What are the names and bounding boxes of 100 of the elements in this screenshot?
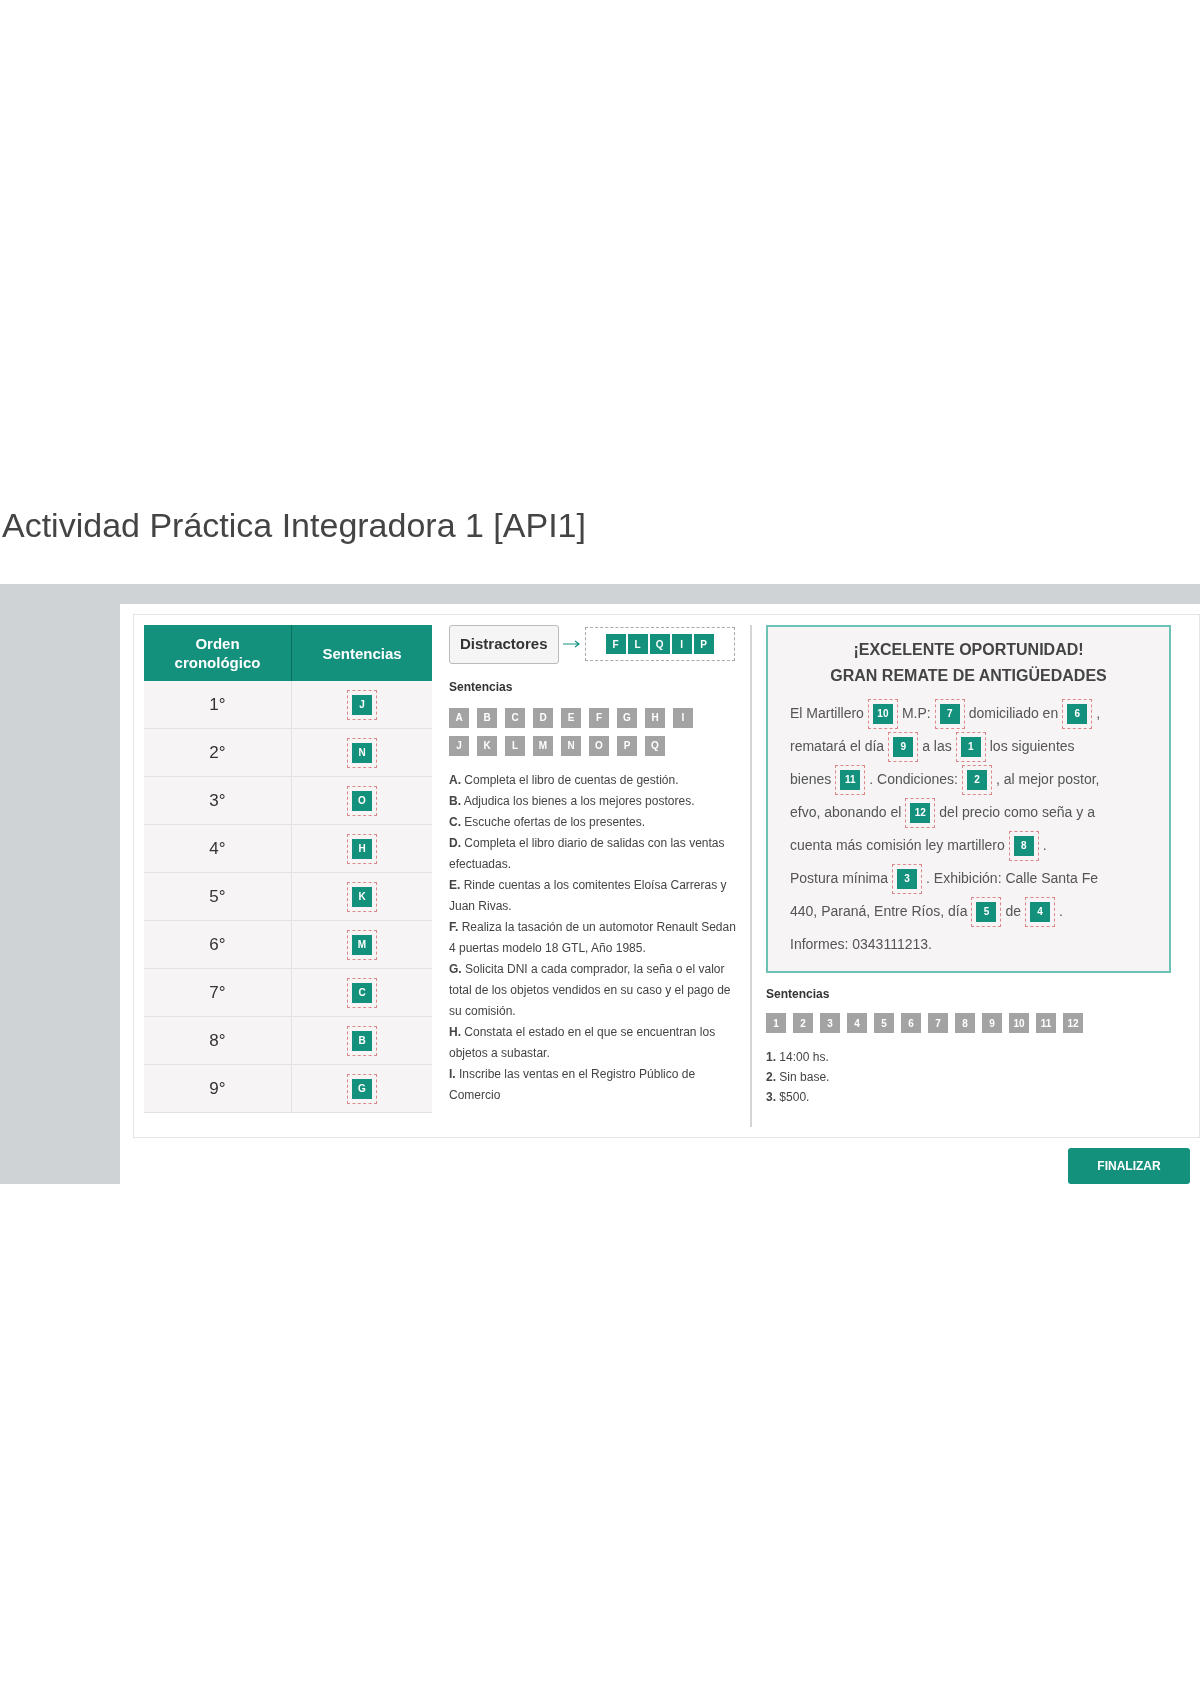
option-text: 3. $500.	[766, 1089, 811, 1106]
sentence-chip[interactable]: H	[645, 707, 665, 728]
sentence-chip[interactable]: 12	[1063, 1013, 1083, 1033]
sentence-chip[interactable]: K	[477, 735, 497, 756]
sentence-chip[interactable]: 10	[1009, 1013, 1029, 1033]
statement-text: E. Rinde cuentas a los comitentes Eloísa Carreras y Juan Rivas.	[449, 876, 728, 915]
answer-slot[interactable]: H	[347, 833, 377, 864]
sentence-chip[interactable]: 11	[1036, 1013, 1056, 1033]
distractor-chip[interactable]: P	[693, 634, 714, 655]
sentence-chip[interactable]: D	[533, 707, 553, 728]
sentence-chip[interactable]: 5	[874, 1013, 894, 1033]
sentence-chip[interactable]: 9	[982, 1013, 1002, 1033]
notice-text: efvo, abonando el	[790, 803, 902, 822]
finish-button[interactable]: FINALIZAR	[1068, 1148, 1190, 1184]
ordinal-cell: 3°	[144, 777, 292, 824]
answer-slot[interactable]: O	[347, 785, 377, 816]
sentence-chip[interactable]: L	[505, 735, 525, 756]
answer-slot[interactable]: 1	[955, 731, 986, 762]
ordinal-cell: 5°	[144, 873, 292, 920]
ordinal-cell: 1°	[144, 681, 292, 728]
answer-slot[interactable]: B	[347, 1025, 377, 1056]
sentence-chip[interactable]: 2	[793, 1013, 813, 1033]
notice-text: . Condiciones:	[869, 770, 958, 789]
notice-text: rematará el día	[790, 737, 885, 756]
sentence-chip[interactable]: B	[477, 707, 497, 728]
notice-text: El Martillero	[790, 704, 864, 723]
notice-text: .	[1042, 836, 1047, 855]
notice-text: a las	[922, 737, 952, 756]
statement-text: H. Constata el estado en el que se encuentran los objetos a subastar.	[449, 1023, 717, 1062]
ordinal-cell: 7°	[144, 969, 292, 1016]
notice-title: GRAN REMATE DE ANTIGÜEDADES	[829, 665, 1108, 686]
answer-slot[interactable]: 10	[867, 698, 898, 729]
distractor-chip[interactable]: F	[605, 634, 626, 655]
sentence-chip[interactable]: 7	[928, 1013, 948, 1033]
notice-title: ¡EXCELENTE OPORTUNIDAD!	[852, 640, 1085, 660]
sentence-chip[interactable]: I	[673, 707, 693, 728]
sentence-chip[interactable]: N	[561, 735, 581, 756]
ordinal-cell: 6°	[144, 921, 292, 968]
sentence-chip[interactable]: A	[449, 707, 469, 728]
answer-slot[interactable]: 7	[934, 698, 965, 729]
answer-slot[interactable]: N	[347, 737, 377, 768]
answer-slot[interactable]: 5	[971, 896, 1002, 927]
sentence-chip[interactable]: 4	[847, 1013, 867, 1033]
answer-slot[interactable]: M	[347, 929, 377, 960]
answer-slot[interactable]: 2	[962, 764, 992, 795]
distractor-dropzone[interactable]: F L Q I P	[584, 627, 735, 662]
answer-slot[interactable]: 12	[905, 797, 936, 828]
distractors-label: Distractores	[449, 625, 559, 664]
sentence-chip[interactable]: E	[561, 707, 581, 728]
sentences-heading: Sentencias	[449, 678, 514, 696]
sentence-chip[interactable]: O	[589, 735, 609, 756]
notice-text: los siguientes	[989, 737, 1075, 756]
statement-text: B. Adjudica los bienes a los mejores postores.	[449, 792, 696, 810]
answer-slot[interactable]: 6	[1062, 698, 1093, 729]
answer-slot[interactable]: 11	[835, 764, 866, 795]
sentence-chip[interactable]: P	[617, 735, 637, 756]
statement-text: F. Realiza la tasación de un automotor Renault Sedan 4 puertas modelo 18 GTL, Año 1985.	[449, 918, 737, 957]
page-title: Actividad Práctica Integradora 1 [API1]	[1, 505, 587, 546]
notice-text: , al mejor postor,	[996, 770, 1100, 789]
statement-text: A. Completa el libro de cuentas de gestión.	[449, 771, 680, 789]
notice-text: bienes	[790, 770, 832, 789]
answer-slot[interactable]: G	[347, 1073, 377, 1104]
column-header: Sentencias	[321, 643, 403, 664]
sentence-chip[interactable]: 3	[820, 1013, 840, 1033]
notice-text: ,	[1096, 704, 1101, 723]
sentence-chip[interactable]: J	[449, 735, 469, 756]
arrow-icon	[562, 640, 581, 649]
sentences-heading: Sentencias	[766, 986, 831, 1003]
answer-slot[interactable]: 9	[888, 731, 919, 762]
notice-text: de	[1005, 902, 1022, 921]
sentence-chip[interactable]: G	[617, 707, 637, 728]
notice-text: cuenta más comisión ley martillero	[790, 836, 1005, 855]
distractor-chip[interactable]: L	[627, 634, 648, 655]
option-text: 1. 14:00 hs.	[766, 1049, 830, 1066]
sentence-chip[interactable]: Q	[645, 735, 665, 756]
sentence-chip[interactable]: 6	[901, 1013, 921, 1033]
sentence-chip[interactable]: F	[589, 707, 609, 728]
statement-text: C. Escuche ofertas de los presentes.	[449, 813, 647, 831]
notice-text: .	[1059, 902, 1063, 921]
answer-slot[interactable]: 4	[1025, 896, 1056, 927]
notice-text: M.P:	[901, 704, 931, 723]
answer-slot[interactable]: 8	[1008, 830, 1039, 861]
answer-slot[interactable]: 3	[892, 863, 923, 894]
statement-text: G. Solicita DNI a cada comprador, la seña o el valor total de los objetos vendidos en su caso y el pago de su comisión.	[449, 960, 732, 1020]
distractor-chip[interactable]: Q	[649, 634, 670, 655]
ordinal-cell: 4°	[144, 825, 292, 872]
statement-text: D. Completa el libro diario de salidas con las ventas efectuadas.	[449, 834, 726, 873]
distractor-chip[interactable]: I	[671, 634, 692, 655]
sentence-chip[interactable]: C	[505, 707, 525, 728]
statement-text: I. Inscribe las ventas en el Registro Público de Comercio	[449, 1065, 697, 1104]
notice-text: . Exhibición: Calle Santa Fe	[926, 869, 1099, 888]
answer-slot[interactable]: J	[347, 689, 377, 720]
ordinal-cell: 8°	[144, 1017, 292, 1064]
answer-slot[interactable]: C	[347, 977, 377, 1008]
answer-slot[interactable]: K	[347, 881, 377, 912]
sentence-chip[interactable]: 1	[766, 1013, 786, 1033]
option-text: 2. Sin base.	[766, 1069, 831, 1086]
sentence-chip[interactable]: 8	[955, 1013, 975, 1033]
sentence-chip[interactable]: M	[533, 735, 553, 756]
ordinal-cell: 2°	[144, 729, 292, 776]
